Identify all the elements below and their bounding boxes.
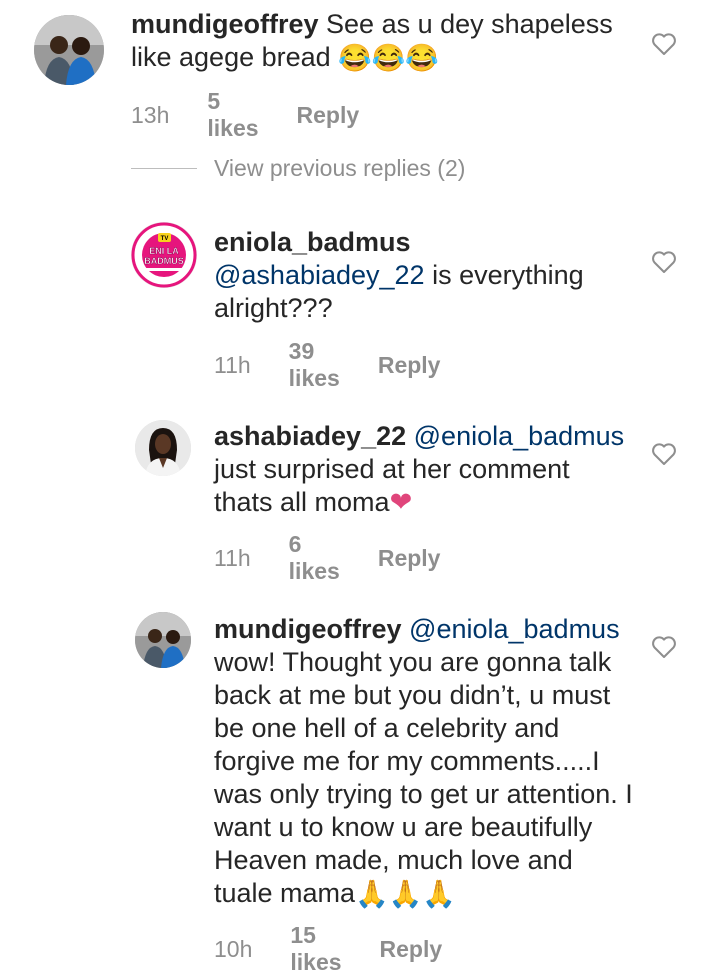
comment-username[interactable]: mundigeoffrey bbox=[214, 614, 402, 644]
divider-line bbox=[131, 168, 197, 169]
comment-username[interactable]: eniola_badmus bbox=[214, 227, 411, 257]
comment-time: 11h bbox=[214, 351, 251, 378]
comment-meta: 10h 15 likes Reply bbox=[214, 922, 480, 976]
avatar-mundigeoffrey[interactable] bbox=[135, 612, 191, 668]
like-heart-icon[interactable] bbox=[651, 635, 677, 659]
comment-meta: 11h 6 likes Reply bbox=[214, 531, 478, 585]
comment-meta: 11h 39 likes Reply bbox=[214, 338, 478, 392]
comment-likes[interactable]: 6 likes bbox=[289, 531, 340, 585]
comment-text: mundigeoffrey @eniola_badmus wow! Though… bbox=[214, 613, 634, 911]
reply-button[interactable]: Reply bbox=[297, 102, 360, 129]
reply-button[interactable]: Reply bbox=[380, 936, 443, 963]
avatar-ashabiadey[interactable] bbox=[135, 420, 191, 476]
logo-badge-text: TV bbox=[161, 236, 169, 242]
avatar-eniola-badmus[interactable]: TV ENI LA BADMUS bbox=[131, 222, 197, 288]
view-previous-label: View previous replies (2) bbox=[214, 155, 466, 181]
comment-text: ashabiadey_22 @eniola_badmus just surpri… bbox=[214, 420, 634, 519]
comment-username[interactable]: mundigeoffrey bbox=[131, 9, 319, 39]
svg-text:BADMUS: BADMUS bbox=[144, 256, 184, 266]
like-heart-icon[interactable] bbox=[651, 32, 677, 56]
mention-link[interactable]: @eniola_badmus bbox=[409, 614, 620, 644]
svg-text:ENI LA: ENI LA bbox=[149, 246, 179, 256]
heart-emoji-icon: ❤ bbox=[389, 487, 413, 517]
like-heart-icon[interactable] bbox=[651, 250, 677, 274]
comment-username[interactable]: ashabiadey_22 bbox=[214, 421, 406, 451]
comment-text: eniola_badmus @ashabiadey_22 is everythi… bbox=[214, 226, 634, 325]
praying-hands-emoji-icon: 🙏🙏🙏 bbox=[355, 879, 456, 910]
reply-button[interactable]: Reply bbox=[378, 545, 441, 572]
comment-body: wow! Thought you are gonna talk back at … bbox=[214, 647, 633, 908]
view-previous-replies-button[interactable]: View previous replies (2) bbox=[131, 155, 465, 182]
mention-link[interactable]: @eniola_badmus bbox=[414, 421, 625, 451]
like-heart-icon[interactable] bbox=[651, 442, 677, 466]
comment-time: 11h bbox=[214, 544, 251, 571]
reply-button[interactable]: Reply bbox=[378, 352, 441, 379]
comment-meta: 13h 5 likes Reply bbox=[131, 88, 397, 142]
comment-likes[interactable]: 39 likes bbox=[289, 338, 340, 392]
comment-time: 10h bbox=[214, 935, 253, 962]
mention-link[interactable]: @ashabiadey_22 bbox=[214, 260, 425, 290]
avatar-mundigeoffrey[interactable] bbox=[34, 15, 104, 85]
grinning-emoji-icon: 😂😂😂 bbox=[338, 43, 440, 74]
comment-likes[interactable]: 15 likes bbox=[290, 922, 341, 976]
comment-likes[interactable]: 5 likes bbox=[207, 88, 258, 142]
comment-text: mundigeoffrey See as u dey shapeless lik… bbox=[131, 8, 631, 75]
comment-time: 13h bbox=[131, 101, 170, 128]
